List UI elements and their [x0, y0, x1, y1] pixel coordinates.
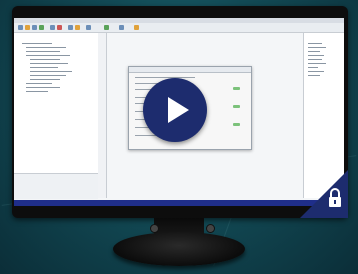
- dialog-button[interactable]: [233, 123, 240, 126]
- toolbar-icon: [50, 25, 55, 30]
- toolbar-icon: [75, 25, 80, 30]
- dialog-titlebar: [129, 67, 251, 73]
- property-row[interactable]: [308, 67, 318, 68]
- tree-item[interactable]: [26, 51, 60, 52]
- tree-item[interactable]: [26, 83, 52, 84]
- tree-item[interactable]: [26, 91, 48, 92]
- toolbar-icon: [39, 25, 44, 30]
- tree-item[interactable]: [30, 79, 60, 80]
- tree-item[interactable]: [26, 55, 70, 56]
- toolbar-icon: [32, 25, 37, 30]
- tree-item[interactable]: [30, 63, 68, 64]
- tree-item[interactable]: [30, 67, 58, 68]
- tree-item[interactable]: [30, 71, 72, 72]
- property-row[interactable]: [308, 75, 320, 76]
- property-row[interactable]: [308, 51, 320, 52]
- toolbar-icon: [119, 25, 124, 30]
- tree-item[interactable]: [26, 87, 60, 88]
- toolbar-icon: [104, 25, 109, 30]
- property-row[interactable]: [308, 43, 322, 44]
- secondary-panel: [98, 33, 107, 198]
- toolbar-icon: [57, 25, 62, 30]
- stand-knob: [150, 224, 159, 233]
- play-icon: [168, 97, 189, 123]
- dialog-text: [135, 77, 195, 78]
- status-bar: [14, 200, 344, 206]
- toolbar-icon: [68, 25, 73, 30]
- toolbar-icon: [134, 25, 139, 30]
- toolbar-icon: [25, 25, 30, 30]
- tree-item[interactable]: [26, 47, 66, 48]
- tree-item[interactable]: [22, 43, 52, 44]
- property-row[interactable]: [308, 59, 322, 60]
- tree-item[interactable]: [30, 75, 66, 76]
- lock-badge: [300, 170, 348, 218]
- property-row[interactable]: [308, 63, 326, 64]
- dialog-button[interactable]: [233, 105, 240, 108]
- toolbar-icon: [18, 25, 23, 30]
- property-row[interactable]: [308, 71, 324, 72]
- left-info-panel: [14, 173, 98, 199]
- monitor-stand-base: [113, 232, 245, 266]
- toolbar-icon: [86, 25, 91, 30]
- dialog-button[interactable]: [233, 87, 240, 90]
- tree-item[interactable]: [30, 59, 60, 60]
- play-button[interactable]: [143, 78, 207, 142]
- toolbar: [14, 23, 344, 33]
- stand-knob: [206, 224, 215, 233]
- property-row[interactable]: [308, 47, 326, 48]
- property-row[interactable]: [308, 55, 324, 56]
